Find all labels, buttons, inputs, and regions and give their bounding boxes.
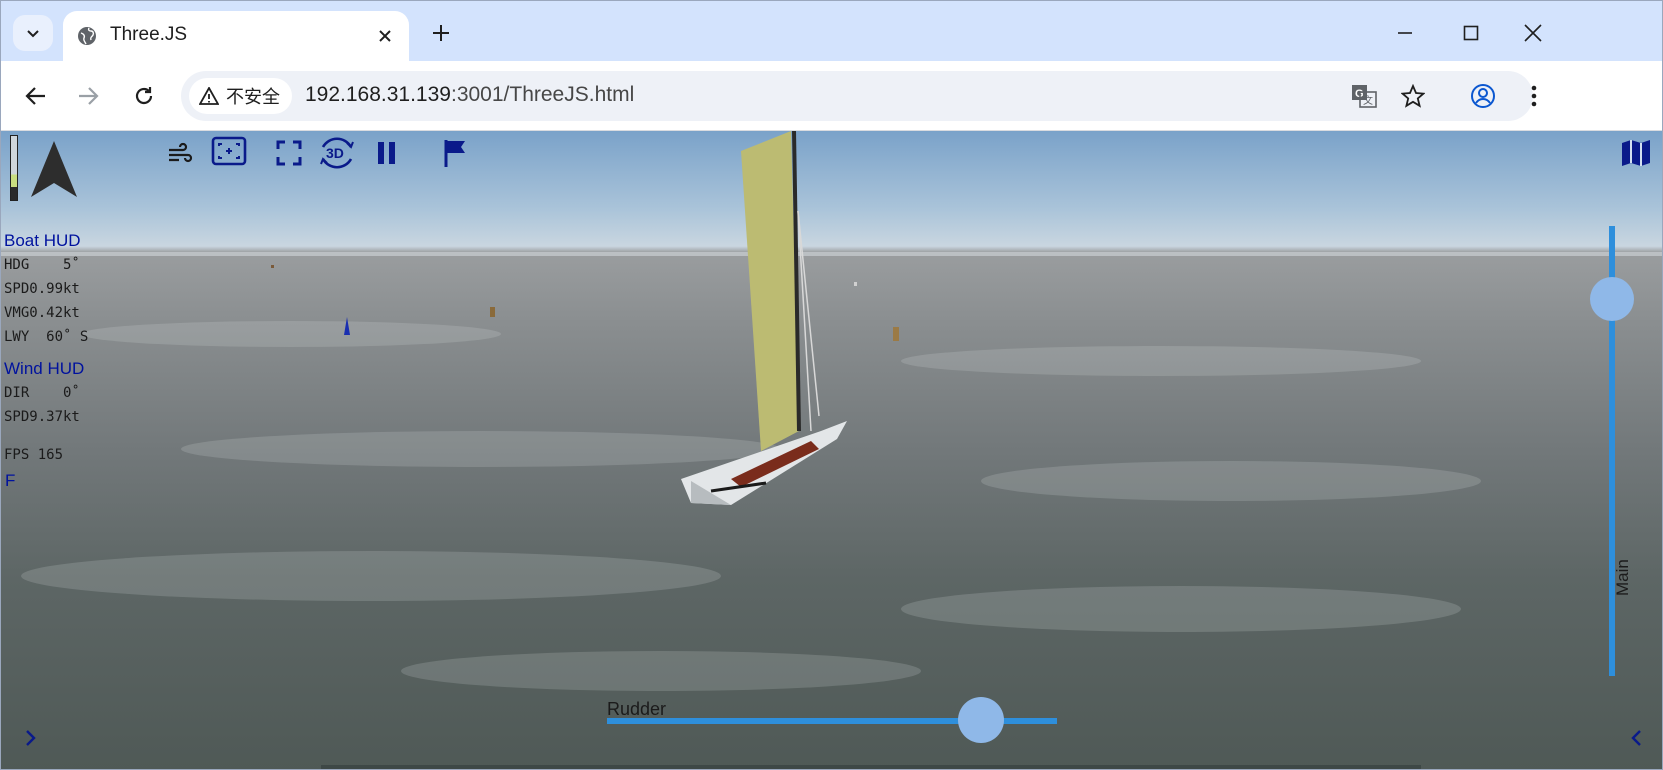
maximize-icon xyxy=(1463,25,1479,41)
reload-icon xyxy=(135,87,153,105)
buoy-orange xyxy=(893,327,899,341)
minimize-button[interactable] xyxy=(1375,13,1435,53)
security-label: 不安全 xyxy=(226,87,280,107)
url-path: :3001/ThreeJS.html xyxy=(450,83,635,106)
plus-icon xyxy=(433,25,449,41)
wave-streak xyxy=(81,321,501,347)
chevron-down-icon xyxy=(27,30,39,38)
rudder-slider-thumb[interactable] xyxy=(957,697,1004,743)
back-arrow-icon xyxy=(25,87,45,105)
wave-streak xyxy=(21,551,721,601)
globe-icon xyxy=(78,27,96,45)
mainsail xyxy=(741,131,799,451)
forward-arrow-icon xyxy=(79,87,99,105)
main-slider-thumb[interactable] xyxy=(1590,277,1634,321)
close-icon xyxy=(379,30,391,42)
pause-button[interactable] xyxy=(373,139,401,167)
back-button[interactable] xyxy=(17,77,55,115)
hud-speed: SPD0.99kt xyxy=(4,281,80,297)
3d-rotate-icon: 3D xyxy=(320,137,354,169)
fps-text: FPS 165 xyxy=(4,447,64,463)
svg-text:3D: 3D xyxy=(326,145,344,161)
wind-hud: Wind HUD DIR 0˚ SPD9.37kt xyxy=(4,357,84,429)
window-close-icon xyxy=(1524,24,1542,42)
site-info-chip[interactable]: 不安全 xyxy=(189,78,292,114)
fit-view-icon xyxy=(211,136,247,166)
url-text[interactable]: 192.168.31.139:3001/ThreeJS.html xyxy=(305,83,634,107)
menu-button[interactable] xyxy=(1515,77,1553,115)
translate-icon: G文 xyxy=(1352,85,1377,108)
left-panel-toggle[interactable] xyxy=(19,726,43,750)
browser-window: Three.JS 不安全 192.168.31.139:3001/ThreeJS… xyxy=(0,0,1663,770)
star-icon xyxy=(1401,84,1425,108)
more-vert-icon xyxy=(1531,85,1537,107)
distant-marker xyxy=(271,265,274,268)
tab-close-button[interactable] xyxy=(373,24,397,48)
flag-button[interactable] xyxy=(441,137,471,169)
profile-icon xyxy=(1471,84,1495,108)
forward-button[interactable] xyxy=(69,77,107,115)
3d-view-button[interactable]: 3D xyxy=(317,133,357,173)
wave-streak xyxy=(901,346,1421,376)
scene-viewport[interactable]: 3D Boat HUD HDG 5˚ SPD0.99kt VMG0.42kt L… xyxy=(1,131,1662,769)
north-arrow-icon xyxy=(31,141,77,197)
profile-button[interactable] xyxy=(1464,77,1502,115)
sailboat xyxy=(681,131,847,505)
chevron-left-icon xyxy=(1631,730,1641,746)
wind-button[interactable] xyxy=(165,139,195,169)
wind-hud-title: Wind HUD xyxy=(4,359,85,378)
map-icon xyxy=(1622,140,1650,166)
svg-text:文: 文 xyxy=(1363,94,1373,107)
wind-icon xyxy=(169,142,193,163)
browser-toolbar: 不安全 192.168.31.139:3001/ThreeJS.html G文 xyxy=(1,61,1662,131)
hud-vmg: VMG0.42kt xyxy=(4,305,80,321)
wave-streak xyxy=(981,461,1481,501)
new-tab-button[interactable] xyxy=(425,17,457,49)
fit-view-button[interactable] xyxy=(211,135,247,167)
underlying-window-peek xyxy=(321,765,1421,769)
warning-icon xyxy=(199,87,219,105)
reload-button[interactable] xyxy=(125,77,163,115)
main-slider-label: Main xyxy=(1613,559,1632,596)
fps-counter: FPS 165 xyxy=(4,443,63,467)
wave-streak xyxy=(901,586,1461,632)
right-panel-toggle[interactable] xyxy=(1624,726,1648,750)
address-bar[interactable]: 不安全 192.168.31.139:3001/ThreeJS.html G文 xyxy=(181,71,1533,121)
hud-heading: HDG 5˚ xyxy=(4,257,80,273)
translate-button[interactable]: G文 xyxy=(1349,81,1379,111)
window-close-button[interactable] xyxy=(1503,13,1563,53)
buoy-orange xyxy=(490,307,495,317)
pause-icon xyxy=(378,142,395,164)
hud-wind-speed: SPD9.37kt xyxy=(4,409,80,425)
tab-title: Three.JS xyxy=(110,24,188,45)
tab-search-button[interactable] xyxy=(13,15,53,51)
tab-strip: Three.JS xyxy=(1,1,1662,61)
hud-leeway: LWY 60˚ S xyxy=(4,329,89,345)
boat-hud-title: Boat HUD xyxy=(4,231,81,250)
rudder-label: Rudder xyxy=(607,699,667,719)
minimize-icon xyxy=(1398,32,1412,34)
hud-wind-dir: DIR 0˚ xyxy=(4,385,80,401)
hud-flag-letter: F xyxy=(5,471,16,490)
tab-active[interactable]: Three.JS xyxy=(63,11,409,61)
distant-marker xyxy=(854,282,857,286)
map-button[interactable] xyxy=(1619,137,1653,169)
fullscreen-button[interactable] xyxy=(275,139,303,167)
signal-meter xyxy=(10,135,18,201)
bookmark-button[interactable] xyxy=(1398,81,1428,111)
url-host: 192.168.31.139 xyxy=(305,83,451,106)
fullscreen-icon xyxy=(276,140,302,166)
wave-streak xyxy=(401,651,921,691)
maximize-button[interactable] xyxy=(1441,13,1501,53)
chevron-right-icon xyxy=(26,730,36,746)
flag-icon xyxy=(444,140,465,167)
boat-hud: Boat HUD HDG 5˚ SPD0.99kt VMG0.42kt LWY … xyxy=(4,229,88,349)
buoy-blue xyxy=(344,317,350,335)
